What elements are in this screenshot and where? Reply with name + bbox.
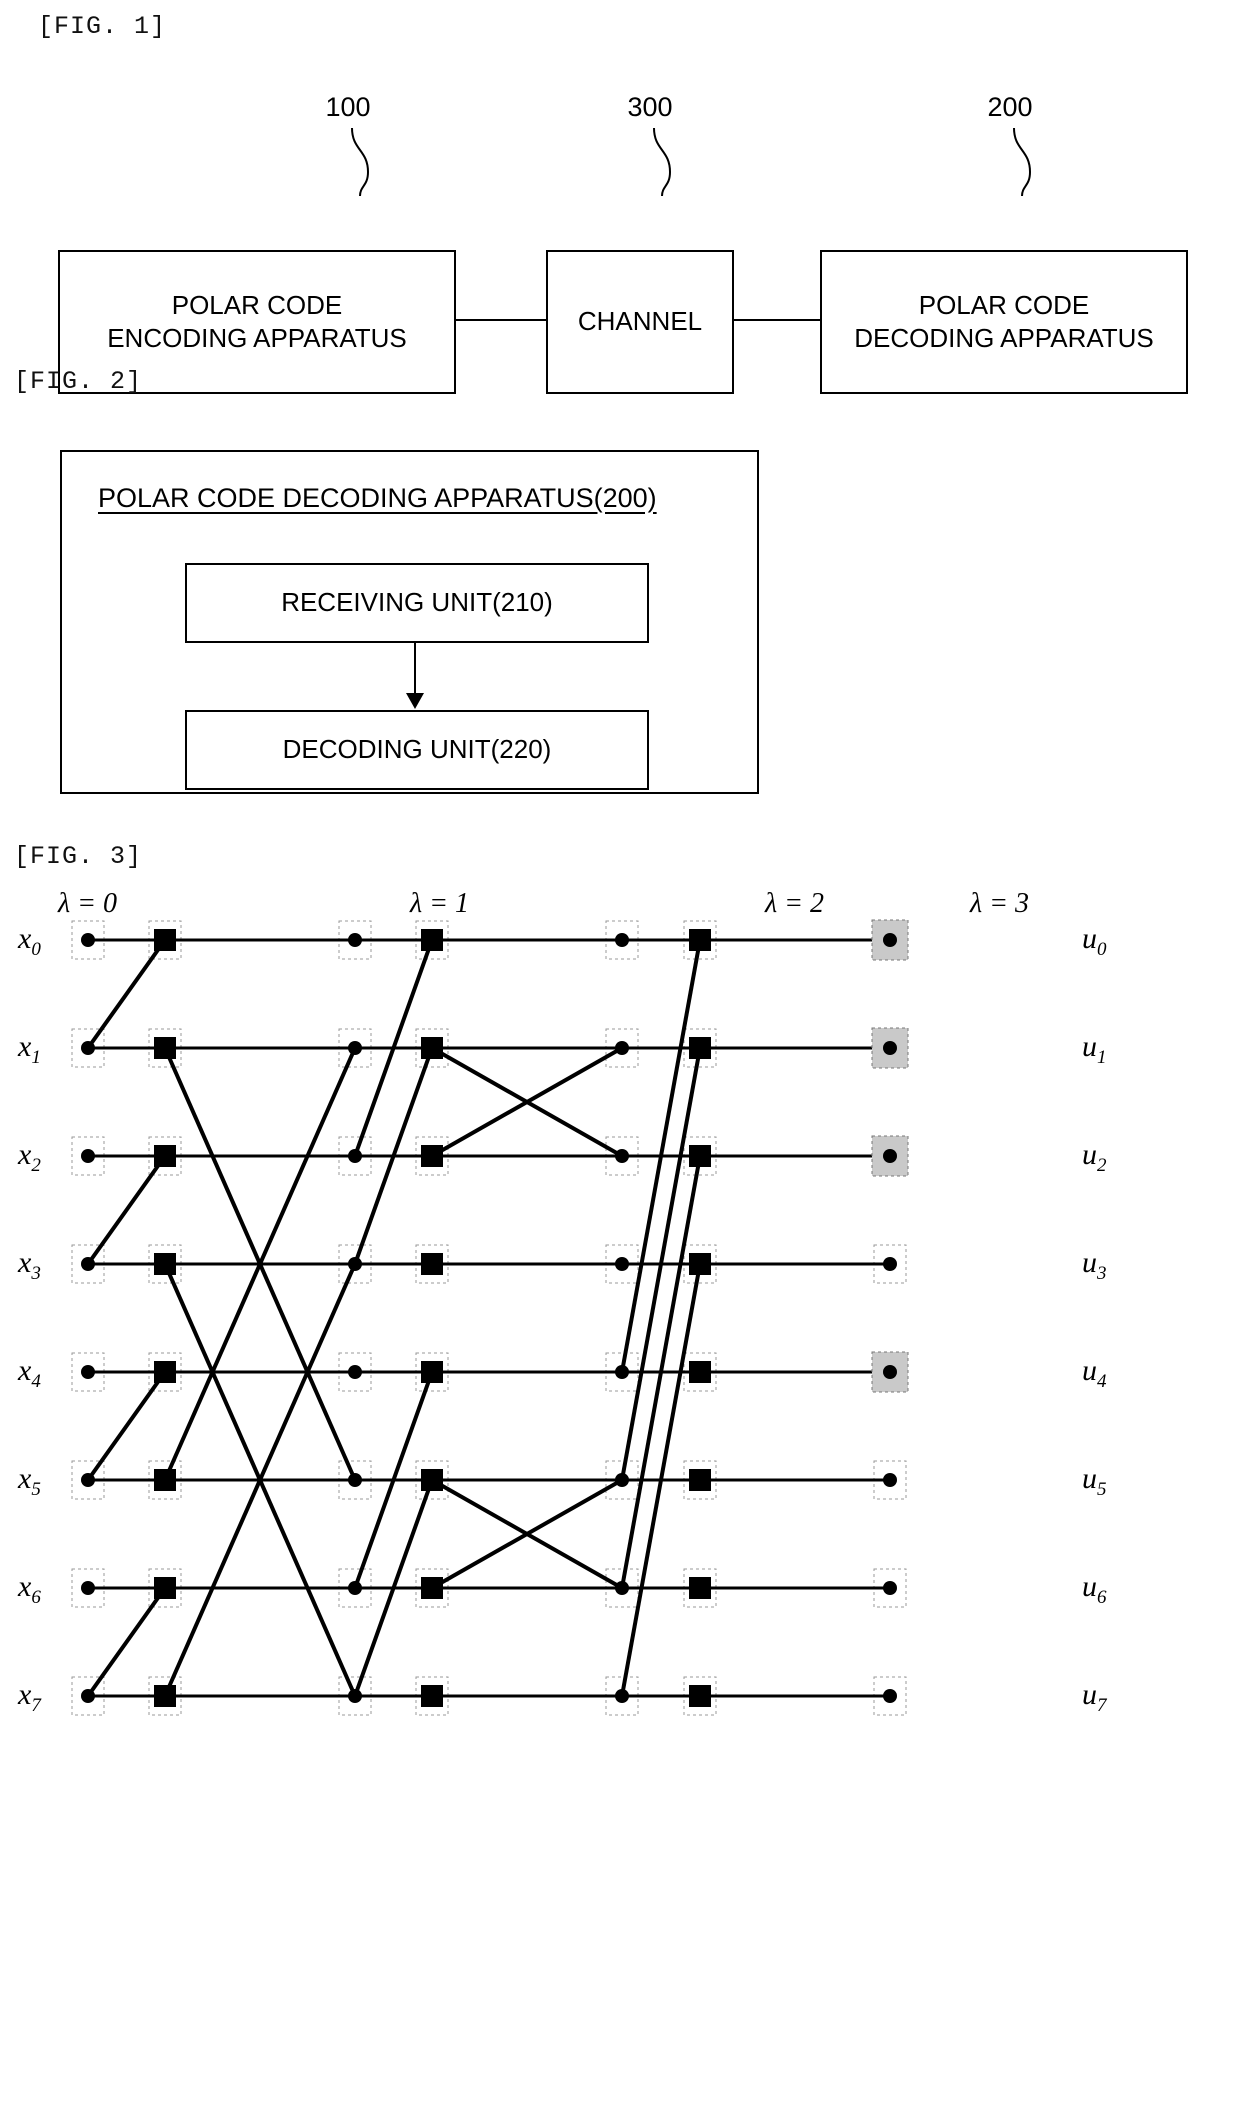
output-label-u4: u4 — [1082, 1354, 1107, 1392]
figure-2-arrow-shaft — [414, 643, 416, 695]
figure-3: [FIG. 3] λ = 0 λ = 1 λ = 2 λ = 3 x0 x1 x… — [0, 830, 1240, 2101]
input-label-x4: x4 — [18, 1354, 41, 1392]
input-label-x1: x1 — [18, 1030, 41, 1068]
output-label-u0: u0 — [1082, 922, 1107, 960]
decoder-line-2: DECODING APPARATUS — [854, 323, 1154, 353]
input-label-x0: x0 — [18, 922, 41, 960]
output-label-u5: u5 — [1082, 1462, 1107, 1500]
figure-3-trellis — [71, 919, 909, 1716]
input-label-x2: x2 — [18, 1138, 41, 1176]
output-label-u3: u3 — [1082, 1246, 1107, 1284]
decoding-unit-label: DECODING UNIT(220) — [282, 734, 552, 765]
figure-1: [FIG. 1] 100 300 200 POLAR CODE ENCODING… — [0, 0, 1240, 394]
figure-2-label: [FIG. 2] — [14, 367, 143, 396]
output-label-u2: u2 — [1082, 1138, 1107, 1176]
input-label-x7: x7 — [18, 1678, 41, 1716]
output-label-u7: u7 — [1082, 1678, 1107, 1716]
input-label-x6: x6 — [18, 1570, 41, 1608]
encoder-line-2: ENCODING APPARATUS — [107, 323, 407, 353]
block-decoding-unit: DECODING UNIT(220) — [185, 710, 649, 790]
input-label-x5: x5 — [18, 1462, 41, 1500]
output-label-u1: u1 — [1082, 1030, 1107, 1068]
encoder-line-1: POLAR CODE — [171, 289, 343, 320]
decoder-line-1: POLAR CODE — [918, 289, 1090, 320]
figure-2-arrow-head — [406, 693, 424, 709]
channel-label: CHANNEL — [577, 306, 703, 337]
block-receiving-unit: RECEIVING UNIT(210) — [185, 563, 649, 643]
receiving-unit-label: RECEIVING UNIT(210) — [281, 587, 553, 618]
input-label-x3: x3 — [18, 1246, 41, 1284]
figure-2: [FIG. 2] POLAR CODE DECODING APPARATUS(2… — [0, 355, 1240, 825]
output-label-u6: u6 — [1082, 1570, 1107, 1608]
figure-2-title: POLAR CODE DECODING APPARATUS(200) — [98, 483, 657, 513]
